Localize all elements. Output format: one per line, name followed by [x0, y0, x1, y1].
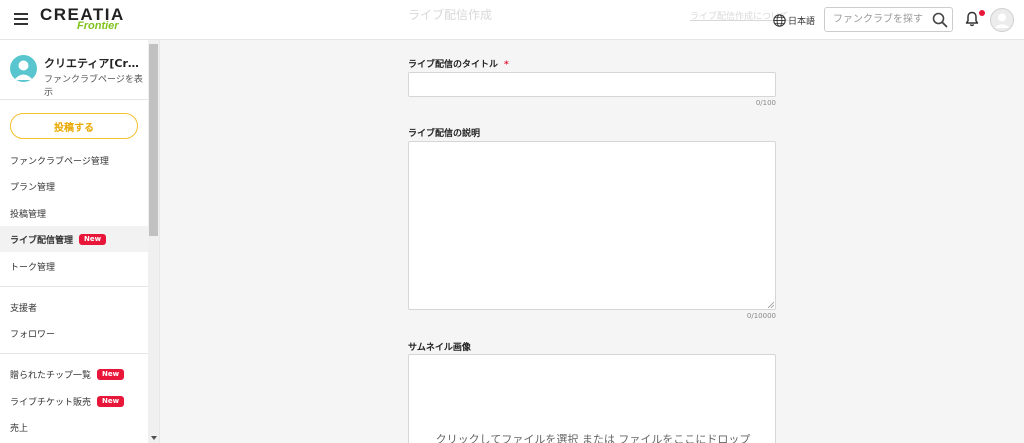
bell-icon[interactable]: [965, 11, 979, 27]
title-label-text: ライブ配信のタイトル: [408, 60, 499, 70]
sidebar-item-label: 支援者: [10, 303, 38, 314]
sidebar-item-label: ライブ配信管理: [10, 235, 74, 246]
sidebar-item-live[interactable]: ライブ配信管理 New: [0, 226, 148, 252]
new-badge: New: [97, 395, 125, 407]
profile-avatar[interactable]: [10, 55, 37, 82]
sidebar: クリエティア[Creati... ファンクラブページを表示 投稿する ファンクラ…: [0, 40, 160, 443]
sidebar-item-label: 売上: [10, 423, 29, 434]
sidebar-item-label: フォロワー: [10, 329, 56, 340]
new-badge: New: [97, 368, 125, 380]
logo-sub-text: Frontier: [77, 20, 119, 32]
title-label: ライブ配信のタイトル *: [408, 57, 509, 70]
sidebar-item-label: 投稿管理: [10, 209, 47, 220]
description-label: ライブ配信の説明: [408, 129, 481, 139]
sidebar-item-followers[interactable]: フォロワー: [0, 320, 148, 346]
thumbnail-label: サムネイル画像: [408, 343, 471, 353]
new-post-button[interactable]: 投稿する: [10, 113, 138, 139]
hamburger-menu-icon[interactable]: [14, 13, 28, 25]
title-input[interactable]: [408, 72, 776, 97]
sidebar-scrollbar[interactable]: [148, 40, 159, 443]
language-switcher[interactable]: 日本語: [773, 12, 815, 28]
top-header: CREATIA Frontier ライブ配信作成 ライブ配信作成について 日本語: [0, 0, 1024, 40]
sidebar-item-sales[interactable]: 売上: [0, 414, 148, 440]
menu-divider: [0, 286, 148, 287]
site-logo[interactable]: CREATIA Frontier: [40, 6, 135, 34]
sidebar-item-live-tickets[interactable]: ライブチケット販売 New: [0, 388, 148, 414]
scrollbar-thumb[interactable]: [149, 44, 158, 236]
resize-handle-icon[interactable]: [768, 302, 774, 308]
view-fanclub-page-link[interactable]: ファンクラブページを表示: [44, 72, 148, 98]
page-title: ライブ配信作成: [408, 8, 493, 22]
user-avatar[interactable]: [990, 8, 1014, 32]
search-box: [824, 7, 953, 32]
sidebar-item-label: 贈られたチップ一覧: [10, 370, 92, 381]
profile-name: クリエティア[Creati...: [44, 57, 144, 70]
sidebar-item-tips[interactable]: 贈られたチップ一覧 New: [0, 361, 148, 387]
required-mark: *: [504, 60, 509, 70]
scroll-down-arrow-icon[interactable]: [151, 436, 157, 440]
sidebar-item-posts[interactable]: 投稿管理: [0, 200, 148, 226]
title-char-counter: 0/100: [755, 99, 776, 107]
sidebar-item-supporters[interactable]: 支援者: [0, 294, 148, 320]
sidebar-item-label: プラン管理: [10, 182, 56, 193]
profile-section: クリエティア[Creati... ファンクラブページを表示: [0, 40, 148, 100]
dropzone-instruction: クリックしてファイルを選択 または ファイルをここにドロップ: [435, 433, 751, 443]
sidebar-item-plans[interactable]: プラン管理: [0, 173, 148, 199]
person-icon: [14, 60, 33, 80]
search-icon[interactable]: [932, 12, 948, 28]
user-avatar-icon: [990, 8, 1014, 32]
menu-divider: [0, 353, 148, 354]
language-label: 日本語: [788, 16, 816, 27]
sidebar-item-label: トーク管理: [10, 262, 56, 273]
sidebar-item-label: ファンクラブページ管理: [10, 156, 109, 167]
search-input[interactable]: [825, 8, 929, 31]
sidebar-item-fanclub-page[interactable]: ファンクラブページ管理: [0, 147, 148, 173]
notification-dot: [979, 10, 985, 16]
sidebar-item-label: ライブチケット販売: [10, 397, 92, 408]
sidebar-item-talk[interactable]: トーク管理: [0, 253, 148, 279]
description-textarea[interactable]: [408, 141, 776, 310]
new-badge: New: [79, 233, 107, 245]
thumbnail-dropzone[interactable]: クリックしてファイルを選択 または ファイルをここにドロップ: [408, 354, 776, 443]
globe-icon: [773, 13, 786, 27]
description-char-counter: 0/10000: [746, 312, 776, 320]
